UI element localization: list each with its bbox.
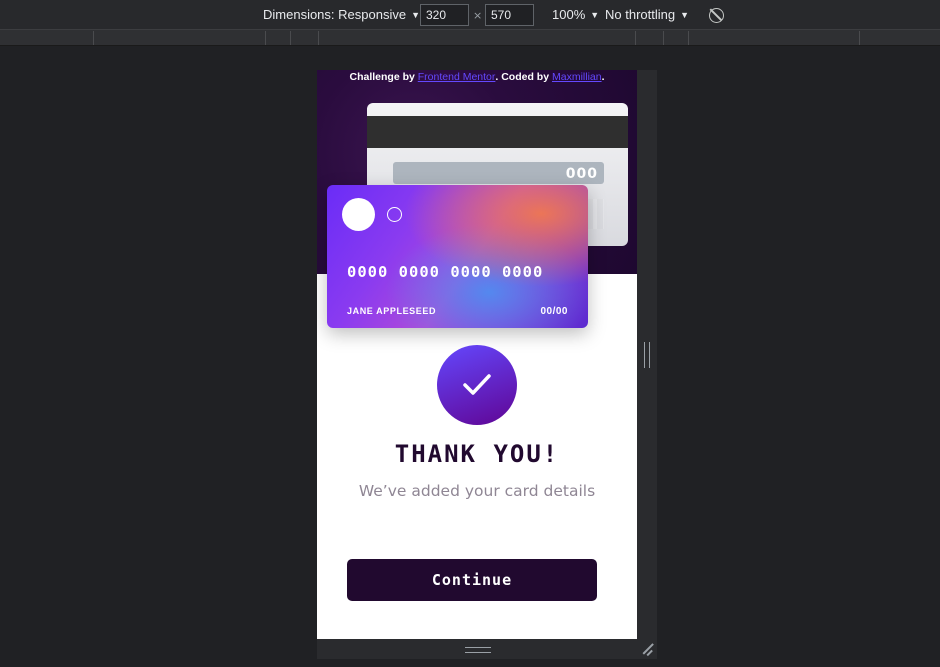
zoom-dropdown[interactable]: 100% ▼ [552,0,599,30]
dimensions-dropdown[interactable]: Dimensions: Responsive ▼ [263,0,420,30]
author-link[interactable]: Maxmillian [552,71,602,83]
ruler-segment[interactable] [290,31,291,45]
rotate-icon[interactable] [709,8,724,23]
drag-grip-icon [644,342,650,368]
ruler-segment[interactable] [265,31,266,45]
ruler-segment[interactable] [635,31,636,45]
ruler-segment[interactable] [688,31,689,45]
caret-down-icon: ▼ [680,10,690,20]
credit-prefix: Challenge by [349,71,418,83]
card-front: 0000 0000 0000 0000 JANE APPLESEED 00/00 [327,185,588,328]
ruler-segment[interactable] [318,31,319,45]
corner-resize-icon[interactable] [637,639,657,659]
caret-down-icon: ▼ [590,10,600,20]
card-cvc: 000 [393,162,604,184]
card-logo-circle-icon [342,198,375,231]
emulated-viewport: Challenge by Frontend Mentor. Coded by M… [317,70,637,639]
media-query-ruler [0,30,940,46]
times-separator: × [473,9,483,22]
device-toolbar: Dimensions: Responsive ▼ 320 × 570 100% ▼ … [0,0,940,30]
zoom-label: 100% [552,7,586,22]
throttling-dropdown[interactable]: No throttling ▼ [605,0,689,30]
caret-down-icon: ▼ [411,10,420,20]
width-input[interactable]: 320 [420,4,469,26]
continue-button[interactable]: Continue [347,559,597,601]
credit-suffix: . [601,71,605,83]
check-icon [437,345,517,425]
card-number: 0000 0000 0000 0000 [347,263,544,281]
ruler-segment[interactable] [859,31,860,45]
frontend-mentor-link[interactable]: Frontend Mentor [418,71,496,83]
throttling-label: No throttling [605,7,676,22]
credit-middle: . Coded by [495,71,552,83]
card-logo-ring-icon [387,207,402,222]
confirmation-message: We’ve added your card details [358,482,596,500]
ruler-segment[interactable] [93,31,94,45]
cardholder-name: JANE APPLESEED [347,306,437,316]
thank-you-heading: THANK YOU! [394,440,560,468]
magnetic-stripe [367,116,628,148]
drag-grip-icon [465,647,491,653]
dimensions-label: Dimensions: Responsive [263,7,407,22]
ruler-segment[interactable] [663,31,664,45]
card-expiry: 00/00 [540,306,568,317]
attribution: Challenge by Frontend Mentor. Coded by M… [317,70,637,84]
height-input[interactable]: 570 [485,4,534,26]
